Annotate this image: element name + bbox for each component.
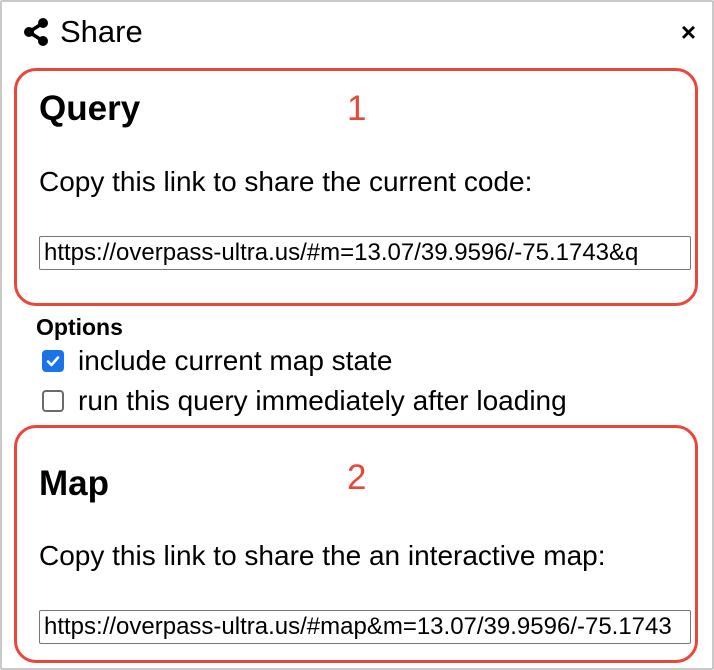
- dialog-title: Share: [60, 14, 143, 49]
- share-icon: [20, 16, 52, 48]
- close-button[interactable]: ×: [681, 14, 696, 50]
- map-section-number: 2: [347, 458, 367, 497]
- option-label: include current map state: [78, 345, 393, 376]
- option-label: run this query immediately after loading: [78, 385, 567, 416]
- checkbox-checked[interactable]: [42, 350, 64, 372]
- query-section: Query 1 Copy this link to share the curr…: [14, 68, 698, 306]
- dialog-titlebar: Share ×: [20, 12, 698, 52]
- checkbox-unchecked[interactable]: [42, 390, 64, 412]
- options-title: Options: [36, 314, 123, 340]
- map-section-title: Map: [39, 464, 109, 503]
- options-group: Options include current map state run th…: [36, 314, 567, 421]
- share-dialog: Share × Query 1 Copy this link to share …: [0, 0, 714, 670]
- query-section-number: 1: [347, 89, 367, 128]
- query-section-title: Query: [39, 89, 141, 128]
- map-link-input[interactable]: [39, 610, 691, 644]
- map-section: Map 2 Copy this link to share the an int…: [14, 425, 698, 663]
- checkmark-icon: [46, 356, 60, 367]
- query-section-description: Copy this link to share the current code…: [39, 166, 533, 197]
- query-link-input[interactable]: [39, 236, 691, 270]
- option-include-map-state[interactable]: include current map state: [36, 341, 567, 381]
- option-run-immediately[interactable]: run this query immediately after loading: [36, 381, 567, 421]
- map-section-description: Copy this link to share the an interacti…: [39, 540, 606, 571]
